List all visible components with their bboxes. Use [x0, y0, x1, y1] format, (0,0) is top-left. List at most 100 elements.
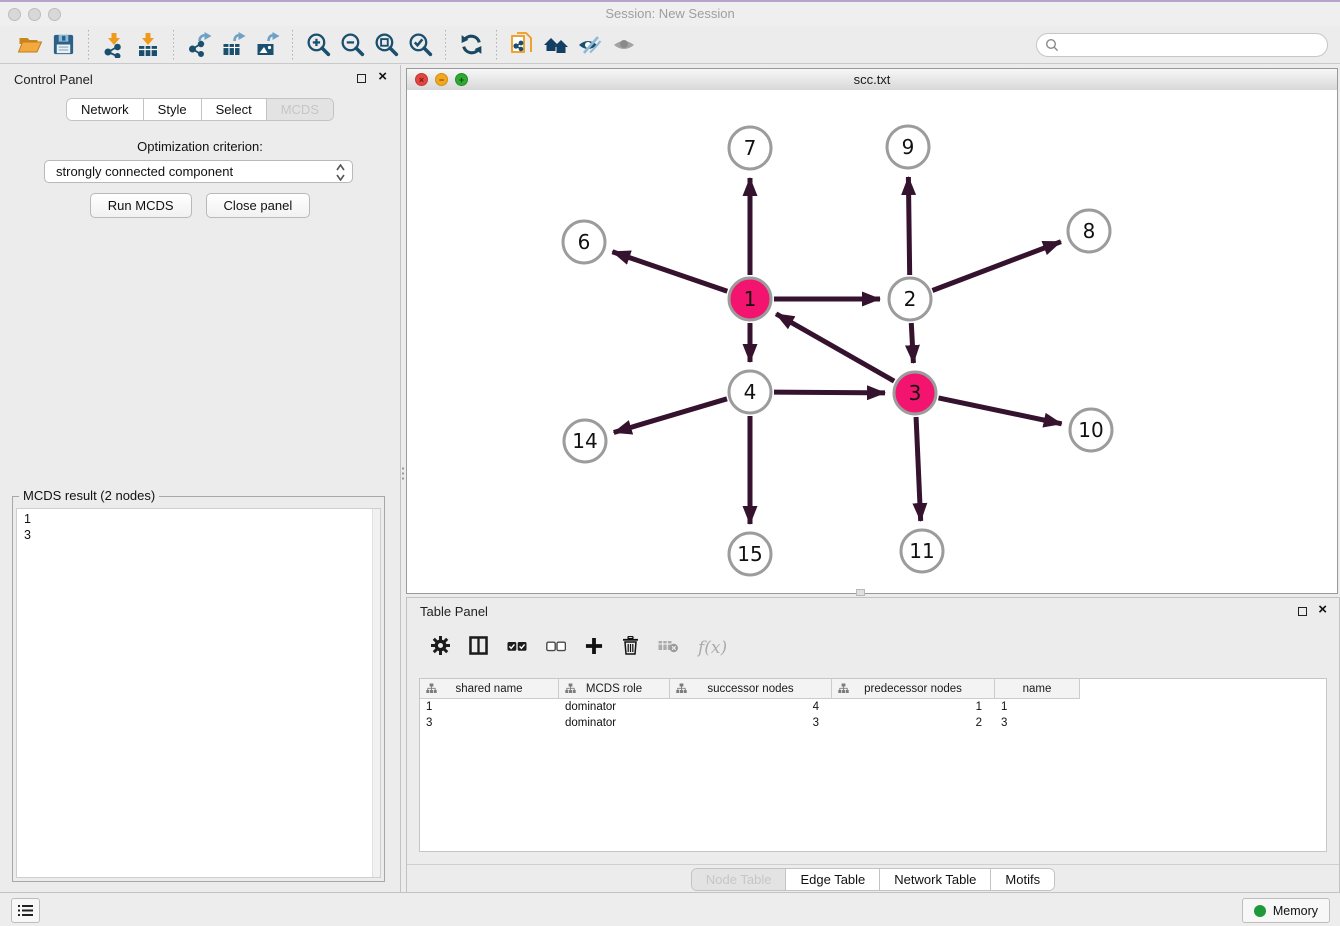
run-mcds-button[interactable]: Run MCDS	[90, 193, 192, 218]
tab-node-table[interactable]: Node Table	[692, 869, 787, 890]
table-panel-tabs-bar: Node TableEdge TableNetwork TableMotifs	[407, 864, 1339, 894]
float-panel-icon[interactable]	[357, 74, 366, 83]
tab-edge-table[interactable]: Edge Table	[786, 869, 880, 890]
table-row[interactable]: 1dominator411	[420, 699, 1326, 715]
network-canvas[interactable]: 1234678910111415	[407, 90, 1337, 593]
mcds-result-text[interactable]: 13	[16, 508, 381, 878]
close-table-panel-icon[interactable]: ×	[1318, 601, 1327, 619]
network-window-title: scc.txt	[407, 72, 1337, 87]
network-window-titlebar[interactable]: × − + scc.txt	[407, 69, 1337, 91]
table-cell[interactable]: dominator	[559, 701, 670, 713]
split-divider-handle[interactable]	[856, 589, 865, 596]
window-title: Session: New Session	[0, 6, 1340, 21]
table-body: 1dominator4113dominator323	[420, 699, 1326, 731]
split-divider-handle[interactable]	[401, 466, 405, 482]
graph-edge-3-11[interactable]	[916, 417, 921, 521]
column-header-label: successor nodes	[707, 683, 793, 695]
status-bar: Memory	[0, 892, 1340, 926]
table-row[interactable]: 3dominator323	[420, 715, 1326, 731]
column-header-successor-nodes[interactable]: successor nodes	[670, 679, 832, 698]
column-header-name[interactable]: name	[995, 679, 1080, 698]
search-icon	[1045, 38, 1059, 57]
tab-network-table[interactable]: Network Table	[880, 869, 991, 890]
hide-selected-eye-slash-icon[interactable]	[573, 30, 607, 60]
column-header-label: predecessor nodes	[864, 683, 962, 695]
zoom-selected-icon[interactable]	[403, 30, 437, 60]
graph-edge-2-8[interactable]	[932, 242, 1061, 291]
column-header-shared-name[interactable]: shared name	[420, 679, 559, 698]
table-cell[interactable]: dominator	[559, 717, 670, 729]
mcds-result-box: MCDS result (2 nodes) 13	[12, 496, 385, 882]
graph-node-label-9: 9	[902, 135, 915, 159]
graph-edge-3-1[interactable]	[776, 314, 894, 381]
zoom-fit-icon[interactable]	[369, 30, 403, 60]
graph-edge-4-14[interactable]	[614, 399, 727, 433]
node-table: shared name MCDS role successor nodes prede…	[419, 678, 1327, 852]
graph-node-label-2: 2	[904, 287, 917, 311]
table-settings-gear-icon[interactable]	[431, 636, 450, 660]
graph-node-label-4: 4	[744, 380, 757, 404]
save-session-icon[interactable]	[46, 30, 80, 60]
create-column-plus-icon[interactable]	[585, 637, 603, 660]
table-cell[interactable]: 4	[670, 701, 832, 713]
graph-edge-2-9[interactable]	[908, 177, 909, 275]
list-icon	[18, 904, 33, 917]
tab-select[interactable]: Select	[202, 99, 267, 120]
graph-edge-1-6[interactable]	[612, 252, 727, 291]
export-table-icon[interactable]	[216, 30, 250, 60]
graph-edge-2-3[interactable]	[911, 323, 913, 363]
mcds-result-line: 1	[24, 511, 380, 527]
delete-table-icon-disabled[interactable]	[658, 639, 679, 658]
zoom-in-icon[interactable]	[301, 30, 335, 60]
home-icon[interactable]	[539, 30, 573, 60]
export-network-icon[interactable]	[182, 30, 216, 60]
table-cell[interactable]: 1	[995, 701, 1080, 713]
task-history-button[interactable]	[11, 898, 40, 923]
toolbar-separator	[496, 30, 497, 60]
graph-edge-4-3[interactable]	[774, 392, 885, 393]
refresh-icon[interactable]	[454, 30, 488, 60]
tab-mcds[interactable]: MCDS	[267, 99, 333, 120]
criterion-dropdown[interactable]: strongly connected component	[44, 160, 353, 183]
toolbar-separator	[445, 30, 446, 60]
show-all-eye-icon[interactable]	[607, 30, 641, 60]
zoom-out-icon[interactable]	[335, 30, 369, 60]
select-all-checkboxes-icon[interactable]	[507, 639, 527, 657]
export-image-icon[interactable]	[250, 30, 284, 60]
open-session-icon[interactable]	[12, 30, 46, 60]
show-columns-icon[interactable]	[469, 636, 488, 660]
table-header-row: shared name MCDS role successor nodes prede…	[420, 679, 1080, 699]
float-table-panel-icon[interactable]	[1298, 607, 1307, 616]
graph-edge-3-10[interactable]	[938, 398, 1061, 424]
graph-node-label-6: 6	[578, 230, 591, 254]
delete-column-trash-icon[interactable]	[622, 636, 639, 660]
table-cell[interactable]: 1	[832, 701, 995, 713]
tab-network[interactable]: Network	[67, 99, 144, 120]
new-network-from-selection-icon[interactable]	[505, 30, 539, 60]
table-cell[interactable]: 3	[670, 717, 832, 729]
function-builder-icon-disabled[interactable]: f(x)	[698, 638, 727, 658]
table-cell[interactable]: 1	[420, 701, 559, 713]
control-panel-title: Control Panel	[14, 72, 93, 87]
import-table-icon[interactable]	[131, 30, 165, 60]
table-cell[interactable]: 3	[995, 717, 1080, 729]
column-header-label: shared name	[455, 683, 522, 695]
search-field-wrap	[1036, 33, 1328, 57]
table-cell[interactable]: 3	[420, 717, 559, 729]
network-graph[interactable]: 1234678910111415	[407, 90, 1337, 593]
search-input[interactable]	[1036, 33, 1328, 57]
import-network-icon[interactable]	[97, 30, 131, 60]
unselect-all-checkboxes-icon[interactable]	[546, 639, 566, 657]
column-header-mcds-role[interactable]: MCDS role	[559, 679, 670, 698]
close-panel-icon[interactable]: ×	[378, 68, 387, 86]
memory-status-dot-icon	[1254, 905, 1266, 917]
table-cell[interactable]: 2	[832, 717, 995, 729]
column-header-predecessor-nodes[interactable]: predecessor nodes	[832, 679, 995, 698]
tab-style[interactable]: Style	[144, 99, 202, 120]
graph-node-label-11: 11	[909, 539, 934, 563]
result-scrollbar[interactable]	[372, 509, 380, 877]
tab-motifs[interactable]: Motifs	[991, 869, 1054, 890]
memory-button[interactable]: Memory	[1242, 898, 1330, 923]
criterion-dropdown-value: strongly connected component	[56, 164, 233, 179]
close-panel-button[interactable]: Close panel	[206, 193, 311, 218]
